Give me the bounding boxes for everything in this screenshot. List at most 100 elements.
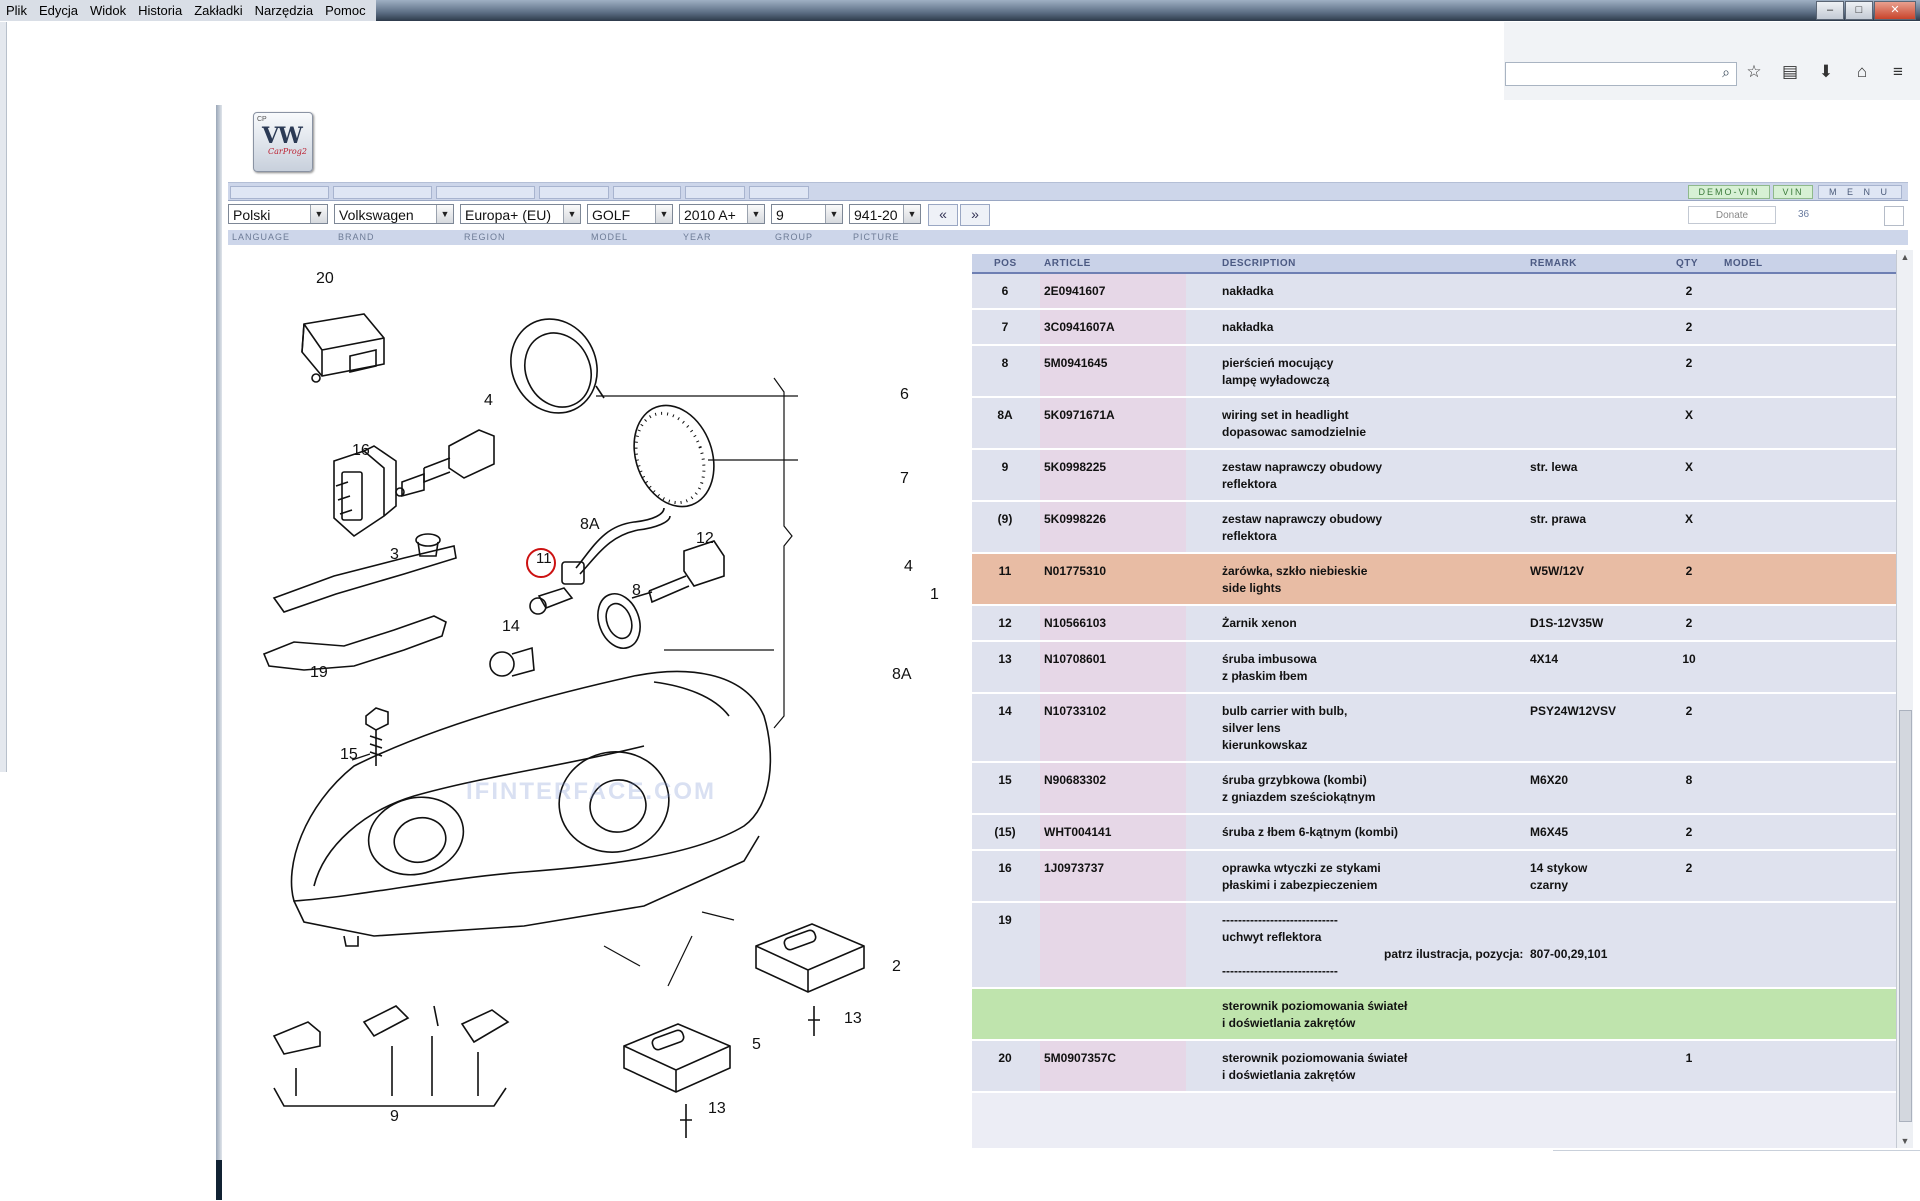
scroll-down-icon[interactable]: ▼ xyxy=(1899,1136,1911,1146)
model-select[interactable]: GOLF ▼ xyxy=(587,204,673,224)
brand-select[interactable]: Volkswagen ▼ xyxy=(334,204,454,224)
header-pos[interactable]: POS xyxy=(994,258,1017,269)
part-14-bulb-carrier[interactable] xyxy=(489,646,535,677)
download-icon[interactable]: ⬇ xyxy=(1814,60,1838,84)
bookmarks-list-icon[interactable]: ▤ xyxy=(1778,60,1802,84)
menu-help[interactable]: Pomoc xyxy=(319,0,371,21)
selector-row: Polski ▼ Volkswagen ▼ Europa+ (EU) ▼ GOL… xyxy=(228,204,1908,228)
close-icon[interactable]: ✕ xyxy=(1874,1,1916,20)
scroll-thumb[interactable] xyxy=(1899,710,1912,1122)
year-select[interactable]: 2010 A+ ▼ xyxy=(679,204,765,224)
callout-label: 6 xyxy=(900,386,909,403)
part-6-ring[interactable] xyxy=(496,305,613,428)
table-row[interactable]: 11 N01775310 żarówka, szkło niebieskie sid… xyxy=(972,554,1900,606)
picture-select[interactable]: 941-20 ▼ xyxy=(849,204,921,224)
prev-picture-button[interactable]: « xyxy=(928,204,958,226)
callout-label: 8 xyxy=(632,582,641,599)
chevron-down-icon[interactable]: ▼ xyxy=(903,205,920,223)
header-model[interactable]: MODEL xyxy=(1724,258,1763,269)
callout-label: 7 xyxy=(900,470,909,487)
next-picture-button[interactable]: » xyxy=(960,204,990,226)
maximize-icon[interactable]: □ xyxy=(1845,1,1873,20)
part-5-ballast[interactable] xyxy=(623,1023,731,1093)
header-remark[interactable]: REMARK xyxy=(1530,258,1577,269)
chevron-down-icon[interactable]: ▼ xyxy=(563,205,580,223)
table-row[interactable]: 6 2E0941607 nakładka 2 xyxy=(972,274,1900,310)
label-brand: BRAND xyxy=(338,232,375,242)
minimize-icon[interactable]: – xyxy=(1816,1,1844,20)
table-row[interactable]: 9 5K0998225 zestaw naprawczy obudowy refle… xyxy=(972,450,1900,502)
cell-remark: PSY24W12VSV xyxy=(1530,704,1617,718)
table-row[interactable]: 15 N90683302 śruba grzybkowa (kombi) z gni… xyxy=(972,763,1900,815)
table-row[interactable]: (9) 5K0998226 zestaw naprawczy obudowy ref… xyxy=(972,502,1900,554)
table-row[interactable]: 16 1J0973737 oprawka wtyczki ze stykami pł… xyxy=(972,851,1900,903)
chevron-down-icon[interactable]: ▼ xyxy=(310,205,327,223)
label-group: GROUP xyxy=(775,232,814,242)
table-row[interactable]: sterownik poziomowania świateł i doświet… xyxy=(972,989,1900,1041)
part-1-headlight-housing[interactable] xyxy=(290,670,772,947)
callout-label: 3 xyxy=(390,546,399,563)
part-20-module[interactable] xyxy=(301,313,385,383)
search-icon[interactable]: ⌕ xyxy=(1722,64,1730,81)
cell-qty: 2 xyxy=(1685,564,1693,578)
page-border xyxy=(216,105,222,1200)
language-select[interactable]: Polski ▼ xyxy=(228,204,328,224)
table-row[interactable]: 13 N10708601 śruba imbusowa z płaskim łbem… xyxy=(972,642,1900,694)
main-content: CP VW CarProg2 DEMO-VIN VIN M E N U Pols… xyxy=(224,100,1920,1200)
part-12-xenon[interactable] xyxy=(631,540,725,604)
part-11-bulb[interactable] xyxy=(529,587,574,615)
part-9-brackets[interactable] xyxy=(272,1005,510,1107)
menu-bookmarks[interactable]: Zakładki xyxy=(188,0,248,21)
chevron-down-icon[interactable]: ▼ xyxy=(436,205,453,223)
menu-button[interactable]: M E N U xyxy=(1818,185,1902,199)
menu-tools[interactable]: Narzędzia xyxy=(249,0,320,21)
cell-description: nakładka xyxy=(1222,320,1274,334)
bookmark-star-icon[interactable]: ☆ xyxy=(1742,60,1766,84)
menu-edit[interactable]: Edycja xyxy=(33,0,84,21)
header-description[interactable]: DESCRIPTION xyxy=(1222,258,1296,269)
part-13-screw-a[interactable] xyxy=(808,1006,820,1036)
app-logo[interactable]: CP VW CarProg2 xyxy=(253,112,313,172)
table-row[interactable]: 7 3C0941607A nakładka 2 xyxy=(972,310,1900,346)
table-row[interactable]: (15) WHT004141 śruba z łbem 6-kątnym (komb… xyxy=(972,815,1900,851)
table-row[interactable]: 19 ----------------------------- uchwyt r… xyxy=(972,903,1900,989)
small-input-box[interactable] xyxy=(1884,206,1904,226)
part-19-bracket[interactable] xyxy=(262,545,457,671)
table-row[interactable]: 20 5M0907357C sterownik poziomowania świat… xyxy=(972,1041,1900,1093)
table-scrollbar[interactable]: ▲ ▼ xyxy=(1896,250,1913,1148)
cell-qty: X xyxy=(1684,408,1693,422)
cell-article: 1J0973737 xyxy=(1044,861,1105,875)
part-2-ballast[interactable] xyxy=(755,923,865,993)
chevron-down-icon[interactable]: ▼ xyxy=(825,205,842,223)
menu-view[interactable]: Widok xyxy=(84,0,132,21)
cell-qty: 1 xyxy=(1685,1051,1693,1065)
table-row[interactable]: 8 5M0941645 pierścień mocujący lampę wyład… xyxy=(972,346,1900,398)
language-value: Polski xyxy=(233,207,271,223)
chevron-down-icon[interactable]: ▼ xyxy=(747,205,764,223)
part-13-screw-b[interactable] xyxy=(680,1104,692,1138)
part-8a-wiring[interactable] xyxy=(561,507,671,585)
part-7-cap[interactable] xyxy=(621,394,728,518)
header-qty[interactable]: QTY xyxy=(1676,258,1698,269)
menu-file[interactable]: Plik xyxy=(0,0,33,21)
part-15-screw[interactable] xyxy=(365,707,389,766)
cell-see-also-link[interactable]: 807-00,29,101 xyxy=(1530,946,1607,963)
home-icon[interactable]: ⌂ xyxy=(1850,60,1874,84)
header-article[interactable]: ARTICLE xyxy=(1044,258,1091,269)
table-row[interactable]: 14 N10733102 bulb carrier with bulb, silve… xyxy=(972,694,1900,763)
region-select[interactable]: Europa+ (EU) ▼ xyxy=(460,204,581,224)
cell-pos: 11 xyxy=(998,564,1012,578)
menu-history[interactable]: Historia xyxy=(132,0,188,21)
hamburger-menu-icon[interactable]: ≡ xyxy=(1886,60,1910,84)
chevron-down-icon[interactable]: ▼ xyxy=(655,205,672,223)
table-row[interactable]: 8A 5K0971671A wiring set in headlight dopa… xyxy=(972,398,1900,450)
scroll-up-icon[interactable]: ▲ xyxy=(1899,252,1911,262)
search-input[interactable]: ⌕ xyxy=(1505,62,1737,86)
cell-description: bulb carrier with bulb, silver lens kier… xyxy=(1222,704,1348,752)
donate-button[interactable]: Donate xyxy=(1688,206,1776,224)
group-select[interactable]: 9 ▼ xyxy=(771,204,843,224)
demo-vin-button[interactable]: DEMO-VIN xyxy=(1688,185,1770,199)
part-4-bulb-holder[interactable] xyxy=(395,429,495,498)
table-row[interactable]: 12 N10566103 Żarnik xenon D1S-12V35W 2 xyxy=(972,606,1900,642)
vin-button[interactable]: VIN xyxy=(1773,185,1813,199)
